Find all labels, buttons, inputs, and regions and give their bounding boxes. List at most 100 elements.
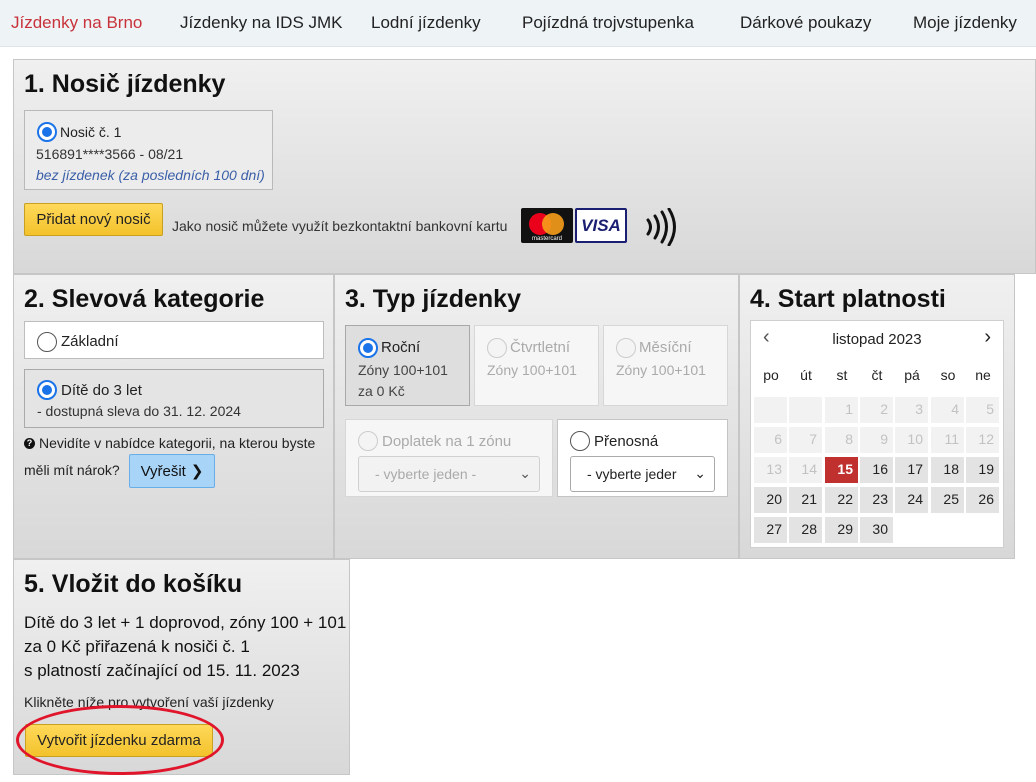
section-carrier-title: 1. Nosič jízdenky (24, 70, 226, 98)
zone-addon-radio[interactable] (358, 431, 378, 451)
mastercard-logo: mastercard (521, 208, 573, 243)
ticket-monthly-label: Měsíční (639, 339, 692, 356)
section-discount: 2. Slevová kategorie Základní Dítě do 3 … (13, 274, 334, 559)
help-text-line1: Nevidíte v nabídce kategorii, na kterou … (39, 435, 316, 451)
carrier-label: Nosič č. 1 (60, 124, 122, 140)
calendar-weekday: pá (904, 367, 920, 383)
zone-addon-label: Doplatek na 1 zónu (382, 433, 512, 450)
ticket-type-quarterly[interactable]: Čtvrtletní Zóny 100+101 (474, 325, 599, 406)
section-discount-title: 2. Slevová kategorie (24, 285, 265, 313)
calendar-day[interactable]: 22 (825, 487, 858, 513)
ticket-radio-monthly[interactable] (616, 338, 636, 358)
ticket-monthly-info: Zóny 100+101 (616, 362, 706, 378)
section-validity-start: 4. Start platnosti ‹ listopad 2023 › po ú… (739, 274, 1015, 559)
help-text-line2: měli mít nárok? (24, 462, 120, 478)
section-validity-start-title: 4. Start platnosti (750, 285, 946, 313)
nav-item-boat[interactable]: Lodní jízdenky (371, 13, 481, 33)
calendar-weekday: út (800, 367, 812, 383)
ticket-type-monthly[interactable]: Měsíční Zóny 100+101 (603, 325, 728, 406)
nav-item-triple-pass[interactable]: Pojízdná trojvstupenka (522, 13, 694, 33)
calendar-day[interactable]: 23 (860, 487, 893, 513)
nav-item-brno[interactable]: Jízdenky na Brno (11, 13, 142, 33)
calendar-day[interactable]: 24 (895, 487, 928, 513)
chevron-down-icon: ⌄ (691, 465, 706, 482)
carrier-number: 516891****3566 - 08/21 (36, 146, 184, 162)
resolve-button[interactable]: Vyřešit ❯ (129, 454, 215, 488)
calendar-month-label: listopad 2023 (832, 331, 922, 348)
discount-radio-child[interactable] (37, 380, 57, 400)
discount-basic-label: Základní (61, 333, 119, 350)
summary-line-1: Dítě do 3 let + 1 doprovod, zóny 100 + 1… (24, 613, 347, 632)
section-add-to-cart: 5. Vložit do košíku Dítě do 3 let + 1 do… (13, 559, 350, 775)
carrier-note: bez jízdenek (za posledních 100 dní) (36, 167, 265, 183)
transferable-select[interactable]: - vyberte jeder ⌄ (570, 456, 715, 492)
calendar-day: 6 (754, 427, 787, 453)
discount-child-note: - dostupná sleva do 31. 12. 2024 (37, 403, 241, 419)
ticket-annual-info: Zóny 100+101 za 0 Kč (358, 362, 448, 399)
calendar-weekday: ne (975, 367, 991, 383)
calendar-day[interactable]: 16 (860, 457, 893, 483)
calendar-day[interactable]: 17 (895, 457, 928, 483)
ticket-quarterly-label: Čtvrtletní (510, 339, 571, 356)
discount-radio-basic[interactable] (37, 332, 57, 352)
calendar-day[interactable]: 15 (825, 457, 858, 483)
nav-item-my-tickets[interactable]: Moje jízdenky (913, 13, 1017, 33)
calendar-day[interactable]: 20 (754, 487, 787, 513)
calendar-day: 3 (895, 397, 928, 423)
section-add-to-cart-title: 5. Vložit do košíku (24, 570, 243, 598)
calendar-day: 9 (860, 427, 893, 453)
calendar-weekday: po (763, 367, 779, 383)
carrier-option-1[interactable]: Nosič č. 1 516891****3566 - 08/21 bez jí… (24, 110, 273, 190)
ticket-radio-quarterly[interactable] (487, 338, 507, 358)
calendar-weekday: čt (871, 367, 883, 383)
calendar-day[interactable]: 26 (966, 487, 999, 513)
carrier-radio[interactable] (37, 122, 57, 142)
transferable-radio[interactable] (570, 431, 590, 451)
nav-item-ids-jmk[interactable]: Jízdenky na IDS JMK (180, 13, 343, 33)
calendar-day[interactable]: 27 (754, 517, 787, 543)
calendar-weekday: st (836, 367, 848, 383)
calendar-next-button[interactable]: › (984, 326, 991, 349)
carrier-hint: Jako nosič můžete využít bezkontaktní ba… (172, 218, 508, 234)
top-nav: Jízdenky na Brno Jízdenky na IDS JMK Lod… (0, 0, 1036, 47)
ticket-type-annual[interactable]: Roční Zóny 100+101 za 0 Kč (345, 325, 470, 406)
add-carrier-button[interactable]: Přidat nový nosič (24, 203, 163, 236)
calendar-day: 12 (966, 427, 999, 453)
calendar-day[interactable]: 18 (931, 457, 964, 483)
nav-item-gift-vouchers[interactable]: Dárkové poukazy (740, 13, 871, 33)
summary-line-3: s platností začínající od 15. 11. 2023 (24, 661, 300, 680)
ticket-annual-label: Roční (381, 339, 421, 356)
calendar-day[interactable]: 28 (789, 517, 822, 543)
section-ticket-type-title: 3. Typ jízdenky (345, 285, 521, 313)
calendar-day (789, 397, 822, 423)
visa-logo: VISA (575, 208, 627, 243)
calendar-day[interactable]: 19 (966, 457, 999, 483)
zone-addon-option[interactable]: Doplatek na 1 zónu - vyberte jeden - ⌄ (345, 419, 553, 497)
calendar-day: 7 (789, 427, 822, 453)
summary-line-2: za 0 Kč přiřazená k nosiči č. 1 (24, 637, 250, 656)
transferable-option[interactable]: Přenosná - vyberte jeder ⌄ (557, 419, 728, 497)
section-ticket-type: 3. Typ jízdenky Roční Zóny 100+101 za 0 K… (334, 274, 739, 559)
calendar-day[interactable]: 21 (789, 487, 822, 513)
help-icon: ? (24, 438, 35, 449)
calendar-day: 1 (825, 397, 858, 423)
section-carrier: 1. Nosič jízdenky Nosič č. 1 516891****3… (13, 59, 1036, 274)
calendar-day[interactable]: 30 (860, 517, 893, 543)
calendar-day (754, 397, 787, 423)
zone-addon-select[interactable]: - vyberte jeden - ⌄ (358, 456, 540, 492)
calendar-day: 2 (860, 397, 893, 423)
ticket-radio-annual[interactable] (358, 338, 378, 358)
date-picker: ‹ listopad 2023 › po út st čt pá so ne 1 2 3 4 5 6 7 8… (750, 320, 1004, 548)
calendar-day[interactable]: 25 (931, 487, 964, 513)
contactless-icon (646, 208, 676, 246)
calendar-day: 8 (825, 427, 858, 453)
ticket-quarterly-info: Zóny 100+101 (487, 362, 577, 378)
calendar-weekday: so (940, 367, 956, 383)
chevron-right-icon: ❯ (190, 463, 204, 480)
chevron-down-icon: ⌄ (519, 465, 531, 481)
discount-option-basic[interactable]: Základní (24, 321, 324, 359)
calendar-day[interactable]: 29 (825, 517, 858, 543)
discount-option-child[interactable]: Dítě do 3 let - dostupná sleva do 31. 12… (24, 369, 324, 428)
calendar-day: 4 (931, 397, 964, 423)
transferable-label: Přenosná (594, 433, 659, 450)
